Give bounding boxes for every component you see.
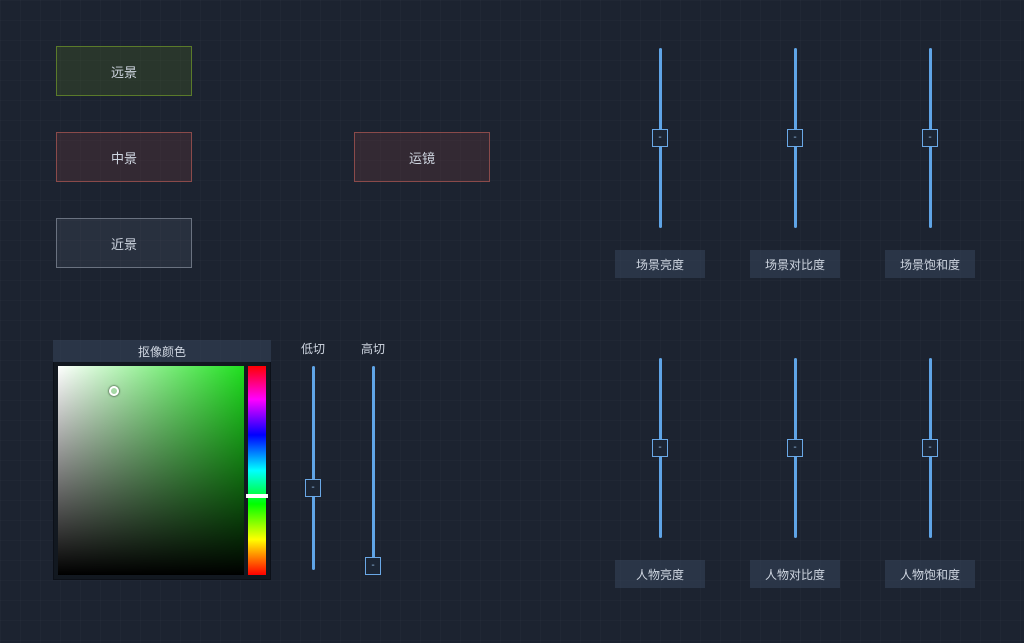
slider-scene-saturation[interactable]: - 场景饱和度 [885,48,975,278]
slider-track[interactable]: - [794,48,797,228]
slider-label: 低切 [301,340,325,360]
slider-label: 场景对比度 [750,250,840,278]
slider-label: 人物亮度 [615,560,705,588]
slider-label: 场景亮度 [615,250,705,278]
slider-track[interactable]: - [794,358,797,538]
slider-low-cut[interactable]: 低切 - [292,340,334,570]
slider-high-cut[interactable]: 高切 - [352,340,394,570]
color-picker-title: 抠像颜色 [53,340,271,362]
slider-track[interactable]: - [929,48,932,228]
slider-track[interactable]: - [659,358,662,538]
shot-button-near[interactable]: 近景 [56,218,192,268]
slider-thumb[interactable]: - [787,439,803,457]
slider-person-saturation[interactable]: - 人物饱和度 [885,358,975,588]
slider-thumb[interactable]: - [922,129,938,147]
slider-track[interactable]: - [312,366,315,570]
color-sv-cursor[interactable] [109,386,119,396]
color-picker-section: 抠像颜色 [53,340,271,580]
shot-button-far[interactable]: 远景 [56,46,192,96]
slider-thumb[interactable]: - [365,557,381,575]
color-picker-body [53,362,271,580]
color-sv-box[interactable] [58,366,244,575]
slider-person-brightness[interactable]: - 人物亮度 [615,358,705,588]
slider-thumb[interactable]: - [787,129,803,147]
color-hue-cursor[interactable] [246,494,268,498]
slider-thumb[interactable]: - [652,439,668,457]
slider-person-contrast[interactable]: - 人物对比度 [750,358,840,588]
shot-button-camera[interactable]: 运镜 [354,132,490,182]
slider-track[interactable]: - [929,358,932,538]
slider-scene-contrast[interactable]: - 场景对比度 [750,48,840,278]
slider-label: 场景饱和度 [885,250,975,278]
shot-label: 运镜 [409,148,435,167]
slider-label: 人物饱和度 [885,560,975,588]
shot-label: 远景 [111,62,137,81]
slider-scene-brightness[interactable]: - 场景亮度 [615,48,705,278]
slider-track[interactable]: - [372,366,375,570]
shot-button-mid[interactable]: 中景 [56,132,192,182]
slider-thumb[interactable]: - [922,439,938,457]
slider-thumb[interactable]: - [305,479,321,497]
slider-thumb[interactable]: - [652,129,668,147]
color-hue-bar[interactable] [248,366,266,575]
shot-label: 近景 [111,234,137,253]
shot-label: 中景 [111,148,137,167]
slider-track[interactable]: - [659,48,662,228]
slider-label: 人物对比度 [750,560,840,588]
slider-label: 高切 [361,340,385,360]
